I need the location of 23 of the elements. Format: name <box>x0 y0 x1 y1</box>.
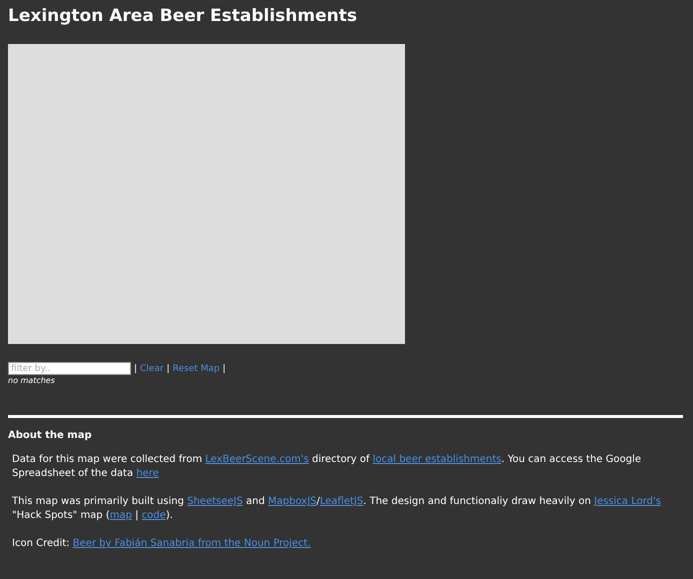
separator: | <box>166 364 170 374</box>
text-link[interactable]: code <box>142 510 166 521</box>
separator: | <box>134 364 138 374</box>
paragraph: This map was primarily built using SheetseeJS and MapboxJS/LeafletJS. The design and functionaliy draw heavily on Jessica Lord's "Hack Spots" map (map | code). <box>12 495 662 523</box>
text-link[interactable]: local beer establishments <box>372 454 502 465</box>
text-link[interactable]: LexBeerScene.com's <box>205 454 309 465</box>
paragraph: Icon Credit: Beer by Fabián Sanabria from the Noun Project. <box>12 537 312 551</box>
paragraph: Data for this map were collected from LexBeerScene.com's directory of local beer establishments. You can access the Google Spreadsheet of the data here <box>12 453 642 481</box>
match-status: no matches <box>8 376 56 385</box>
map-area[interactable] <box>8 44 405 344</box>
text-link[interactable]: MapboxJS <box>268 496 316 507</box>
filter-link[interactable]: Clear <box>140 364 164 374</box>
page-title: Lexington Area Beer Establishments <box>8 6 358 26</box>
text-link[interactable]: here <box>136 468 159 479</box>
text-link[interactable]: LeafletJS <box>320 496 364 507</box>
text-link[interactable]: map <box>110 510 132 521</box>
section-heading: About the map <box>8 430 93 441</box>
filter-link[interactable]: Reset Map <box>172 364 220 374</box>
text-link[interactable]: Beer by Fabián Sanabria from the Noun Project. <box>72 538 311 549</box>
text-link[interactable]: SheetseeJS <box>187 496 243 507</box>
text-link[interactable]: Jessica Lord's <box>594 496 661 507</box>
filter-field[interactable]: filter by.. <box>8 362 131 375</box>
separator: | <box>222 364 226 374</box>
